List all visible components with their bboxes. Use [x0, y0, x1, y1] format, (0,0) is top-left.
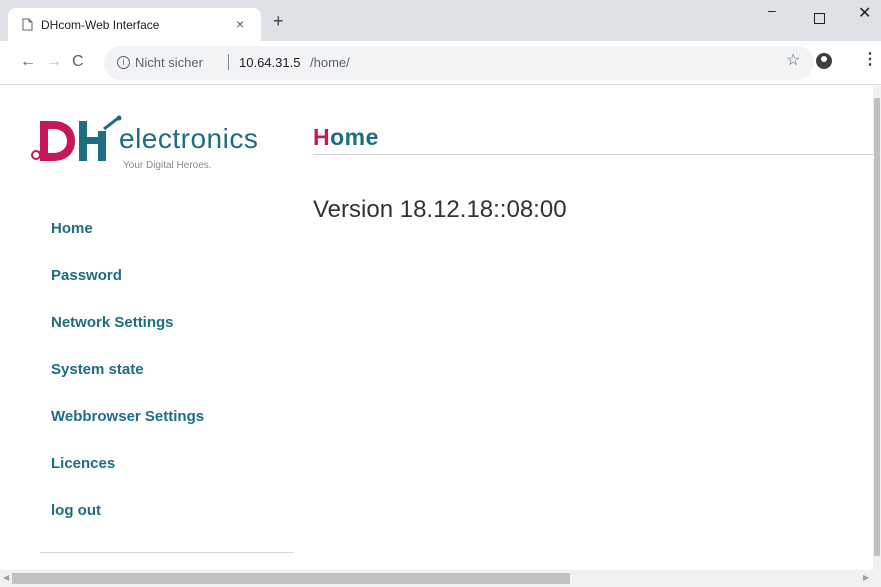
page-title: Home — [313, 124, 379, 151]
sidebar-item-system-state[interactable]: System state — [51, 355, 204, 402]
sidebar-item-log-out[interactable]: log out — [51, 496, 204, 543]
version-text: Version 18.12.18::08:00 — [313, 196, 567, 223]
account-icon[interactable] — [816, 53, 832, 69]
reload-button[interactable]: C — [72, 54, 84, 70]
bookmark-star-icon[interactable]: ☆ — [786, 53, 800, 69]
sidebar-nav: Home Password Network Settings System st… — [51, 214, 204, 543]
dh-electronics-logo: electronics Your Digital Heroes. — [31, 113, 281, 173]
vertical-scrollbar-thumb[interactable] — [874, 98, 880, 556]
sidebar-item-network-settings[interactable]: Network Settings — [51, 308, 204, 355]
scroll-right-arrow-icon[interactable]: ▶ — [863, 573, 869, 582]
tab-close-icon[interactable]: × — [236, 17, 244, 31]
url-host[interactable]: 10.64.31.5 — [239, 55, 300, 70]
tab-strip: DHcom-Web Interface × + – ✕ — [0, 0, 881, 41]
horizontal-scrollbar[interactable]: ◀ ▶ — [0, 570, 881, 587]
logo-tagline: Your Digital Heroes. — [123, 160, 212, 171]
dh-logo-mark — [31, 115, 122, 161]
window-maximize-button[interactable] — [814, 13, 825, 24]
tab-title: DHcom-Web Interface — [41, 18, 160, 32]
url-path[interactable]: /home/ — [310, 55, 350, 70]
horizontal-scrollbar-thumb[interactable] — [12, 573, 570, 584]
page-title-rest: ome — [330, 124, 379, 150]
window-minimize-button[interactable]: – — [768, 2, 776, 18]
vertical-scrollbar[interactable] — [873, 86, 881, 570]
page-title-initial: H — [313, 124, 331, 150]
browser-toolbar: ← → C i Nicht sicher 10.64.31.5 /home/ ☆… — [0, 41, 881, 85]
new-tab-button[interactable]: + — [273, 12, 284, 30]
forward-button[interactable]: → — [46, 54, 62, 70]
security-indicator[interactable]: Nicht sicher — [135, 55, 203, 70]
window-close-button[interactable]: ✕ — [858, 6, 871, 22]
back-button[interactable]: ← — [20, 54, 36, 70]
address-bar[interactable]: i Nicht sicher 10.64.31.5 /home/ — [104, 46, 814, 80]
sidebar-item-home[interactable]: Home — [51, 214, 204, 261]
logo-wordmark: electronics — [119, 123, 259, 154]
omnibox-divider — [228, 54, 229, 70]
sidebar-divider — [40, 552, 294, 553]
browser-menu-icon[interactable]: ⋮ — [862, 52, 878, 68]
sidebar-item-webbrowser-settings[interactable]: Webbrowser Settings — [51, 402, 204, 449]
browser-tab[interactable]: DHcom-Web Interface × — [8, 8, 261, 41]
scroll-left-arrow-icon[interactable]: ◀ — [3, 573, 9, 582]
page-icon — [22, 18, 33, 31]
sidebar-item-licences[interactable]: Licences — [51, 449, 204, 496]
title-divider — [313, 154, 873, 155]
info-icon[interactable]: i — [117, 56, 130, 69]
page-content: electronics Your Digital Heroes. Home Pa… — [0, 86, 873, 570]
sidebar-item-password[interactable]: Password — [51, 261, 204, 308]
